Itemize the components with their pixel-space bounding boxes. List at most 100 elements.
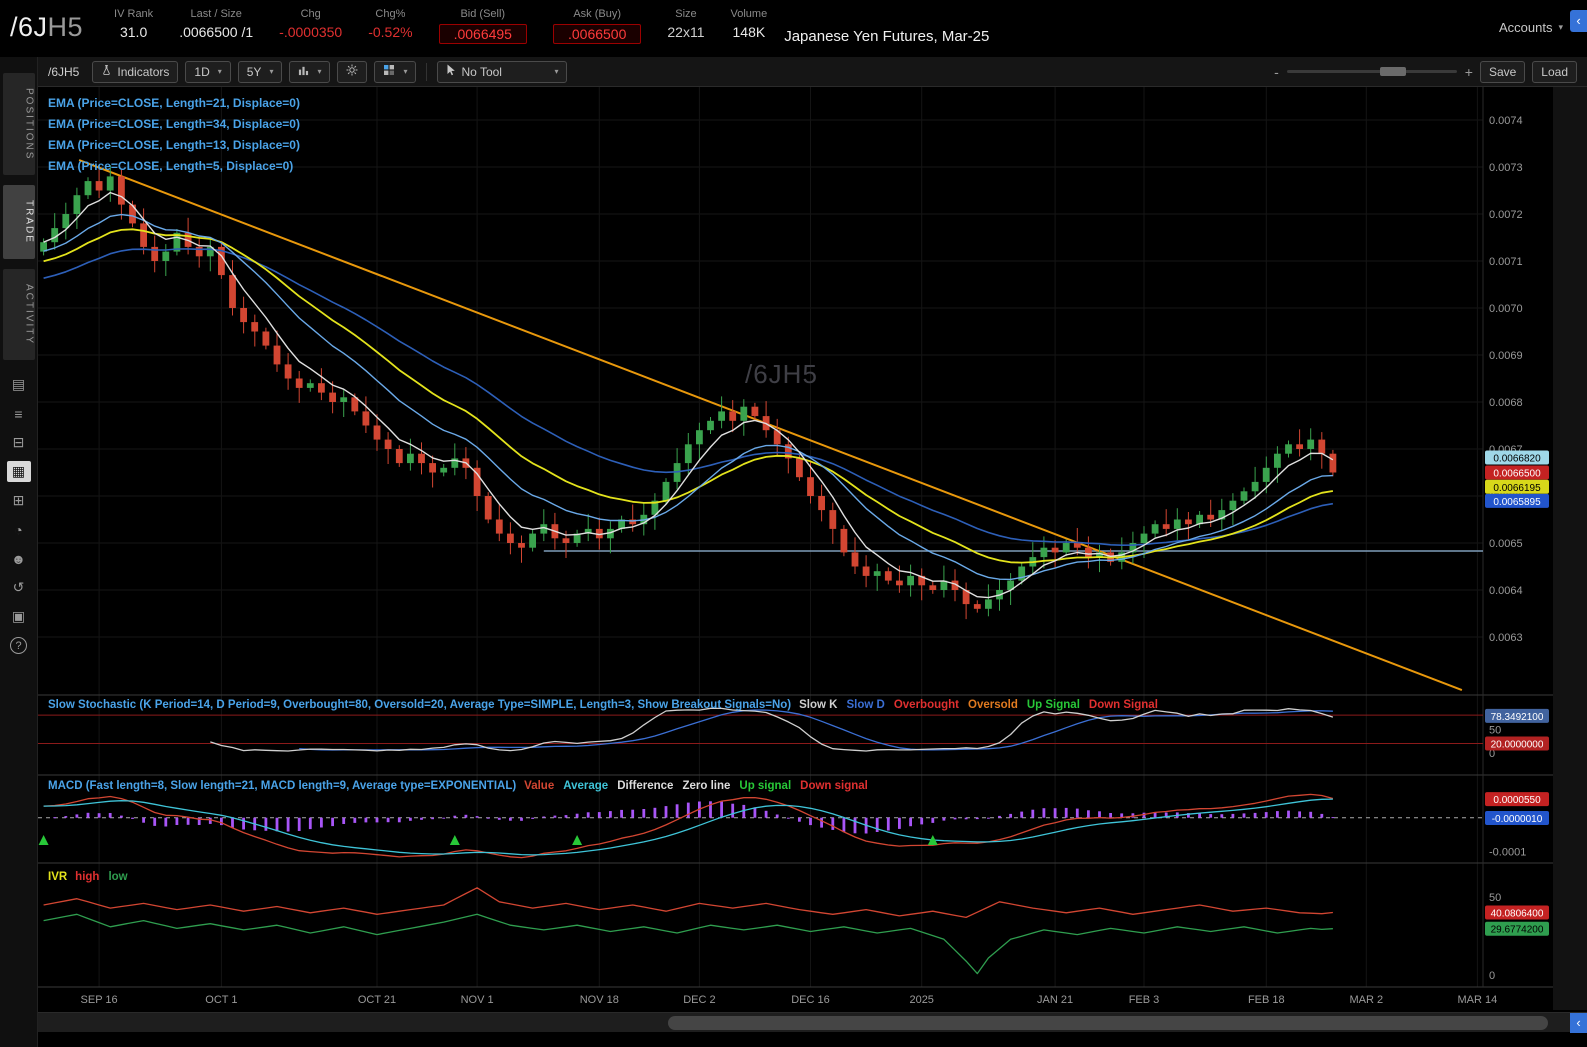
header-field-chg: Chg -.0000350 xyxy=(279,4,342,44)
svg-text:50: 50 xyxy=(1489,724,1501,736)
collapse-panel-button[interactable]: ‹ xyxy=(1570,10,1587,32)
field-label: Size xyxy=(675,8,697,20)
field-value[interactable]: .0066495 xyxy=(438,24,527,44)
ema-study-labels: EMA (Price=CLOSE, Length=21, Displace=0)… xyxy=(48,93,300,177)
chart-symbol-label: /6JH5 xyxy=(48,64,80,79)
save-button[interactable]: Save xyxy=(1479,60,1526,83)
svg-text:29.6774200: 29.6774200 xyxy=(1491,925,1544,936)
svg-text:JAN 21: JAN 21 xyxy=(1037,994,1073,1006)
svg-text:DEC 16: DEC 16 xyxy=(791,994,830,1006)
legend-item: high xyxy=(75,871,100,883)
svg-text:NOV 18: NOV 18 xyxy=(580,994,619,1006)
sidebar-tab-activity[interactable]: ACTIVITY xyxy=(2,269,35,361)
legend-item: Zero line xyxy=(682,780,731,792)
svg-text:78.3492100: 78.3492100 xyxy=(1491,712,1544,723)
zoom-slider[interactable] xyxy=(1286,67,1457,76)
macd-up-signal-arrow xyxy=(38,835,49,845)
flask-icon xyxy=(101,64,112,79)
sidebar-tab-positions[interactable]: POSITIONS xyxy=(2,73,35,176)
snapshot-icon[interactable]: ▣ xyxy=(0,602,38,631)
clock-icon[interactable]: ◔ xyxy=(0,515,38,544)
drawing-tool-dropdown[interactable]: No Tool ▾ xyxy=(437,60,568,83)
legend-item: Average xyxy=(563,780,609,792)
reports-icon[interactable]: ▤ xyxy=(0,370,38,399)
ema-study-label[interactable]: EMA (Price=CLOSE, Length=21, Displace=0) xyxy=(48,93,300,114)
field-value: 22x11 xyxy=(667,24,705,40)
field-value: .0066500 /1 xyxy=(179,24,254,40)
sidebar-tab-trade[interactable]: TRADE xyxy=(2,185,35,260)
field-value: 148K xyxy=(732,24,766,40)
study-label[interactable]: Slow Stochastic (K Period=14, D Period=9… xyxy=(48,699,791,711)
svg-text:0.0065895: 0.0065895 xyxy=(1493,497,1541,508)
macd-up-signal-arrow xyxy=(572,835,583,845)
svg-text:0.0068: 0.0068 xyxy=(1489,397,1523,409)
field-label: Last / Size xyxy=(190,8,242,20)
range-dropdown[interactable]: 5Y ▾ xyxy=(237,60,283,83)
ivr-panel xyxy=(43,887,1333,975)
study-label[interactable]: IVR xyxy=(48,871,67,883)
field-label: Bid (Sell) xyxy=(460,8,506,20)
community-icon[interactable]: ☻ xyxy=(0,544,38,573)
header-field-bid-sell-: Bid (Sell) .0066495 xyxy=(438,4,527,44)
replay-icon[interactable]: ↺ xyxy=(0,573,38,602)
chart-type-dropdown[interactable]: ▾ xyxy=(289,60,331,83)
svg-text:2025: 2025 xyxy=(909,994,933,1006)
svg-text:0.0000550: 0.0000550 xyxy=(1493,795,1541,806)
timeframe-dropdown[interactable]: 1D ▾ xyxy=(185,60,231,83)
collapse-bottom-button[interactable]: ‹ xyxy=(1570,1013,1587,1033)
svg-text:MAR 2: MAR 2 xyxy=(1349,994,1383,1006)
zoom-slider-thumb[interactable] xyxy=(1380,67,1407,76)
field-value: 31.0 xyxy=(119,24,148,40)
svg-text:0.0065: 0.0065 xyxy=(1489,538,1523,550)
scrollbar-thumb[interactable] xyxy=(668,1016,1548,1030)
zoom-in-button[interactable]: + xyxy=(1465,64,1473,80)
ledger-icon[interactable]: ≡ xyxy=(0,399,38,428)
header-field-iv-rank: IV Rank 31.0 xyxy=(114,4,153,44)
field-label: Chg xyxy=(300,8,321,20)
field-value[interactable]: .0066500 xyxy=(552,24,642,44)
chevron-down-icon: ▾ xyxy=(403,67,408,76)
chart-settings-button[interactable] xyxy=(337,60,368,83)
svg-text:0.0071: 0.0071 xyxy=(1489,256,1523,268)
svg-text:50: 50 xyxy=(1489,892,1501,904)
svg-text:NOV 1: NOV 1 xyxy=(461,994,494,1006)
zoom-out-button[interactable]: - xyxy=(1274,64,1279,80)
monitor-icon[interactable]: ⊟ xyxy=(0,428,38,457)
field-label: Chg% xyxy=(375,8,406,20)
chevron-down-icon: ▾ xyxy=(554,67,559,76)
svg-text:MAR 14: MAR 14 xyxy=(1458,994,1498,1006)
header-field-last-size: Last / Size .0066500 /1 xyxy=(179,4,253,44)
ivr-legend: IVR high low xyxy=(48,871,137,883)
ema-study-label[interactable]: EMA (Price=CLOSE, Length=34, Displace=0) xyxy=(48,114,300,135)
ema-study-label[interactable]: EMA (Price=CLOSE, Length=13, Displace=0) xyxy=(48,135,300,156)
svg-text:0.0069: 0.0069 xyxy=(1489,350,1523,362)
help-icon[interactable]: ? xyxy=(0,631,38,660)
study-label[interactable]: MACD (Fast length=8, Slow length=21, MAC… xyxy=(48,780,516,792)
legend-item: Overbought xyxy=(893,699,959,711)
chart-canvas[interactable]: 0.0074 0.0073 0.0072 0.0071 0.0070 0.0069 0.00… xyxy=(38,87,1587,1010)
indicators-button[interactable]: Indicators xyxy=(92,60,179,83)
grid-layout-dropdown[interactable]: ▾ xyxy=(374,60,417,83)
grid-icon xyxy=(383,64,395,79)
svg-text:OCT 21: OCT 21 xyxy=(358,994,396,1006)
header: /6JH5 IV Rank 31.0 Last / Size .0066500 /1 C… xyxy=(0,0,1587,57)
chevron-down-icon: ▾ xyxy=(1558,22,1563,32)
svg-text:0.0074: 0.0074 xyxy=(1489,115,1523,127)
load-button[interactable]: Load xyxy=(1532,60,1577,83)
field-value: -0.52% xyxy=(368,24,413,40)
legend-item: Up Signal xyxy=(1026,699,1080,711)
charts-icon[interactable]: ▦ xyxy=(0,457,38,486)
widgets-icon[interactable]: ⊞ xyxy=(0,486,38,515)
accounts-menu[interactable]: Accounts ▾ xyxy=(1499,20,1563,35)
svg-text:40.0806400: 40.0806400 xyxy=(1491,909,1544,920)
bar-chart-icon xyxy=(298,65,309,79)
svg-text:FEB 3: FEB 3 xyxy=(1129,994,1160,1006)
field-label: Volume xyxy=(730,8,768,20)
ema-study-label[interactable]: EMA (Price=CLOSE, Length=5, Displace=0) xyxy=(48,156,300,177)
macd-up-signal-arrow xyxy=(449,835,460,845)
header-field-ask-buy-: Ask (Buy) .0066500 xyxy=(552,4,642,44)
legend-item: Value xyxy=(524,780,555,792)
legend-item: Slow D xyxy=(846,699,885,711)
header-field-size: Size 22x11 xyxy=(667,4,704,44)
time-scrollbar[interactable]: ‹ xyxy=(38,1012,1587,1033)
